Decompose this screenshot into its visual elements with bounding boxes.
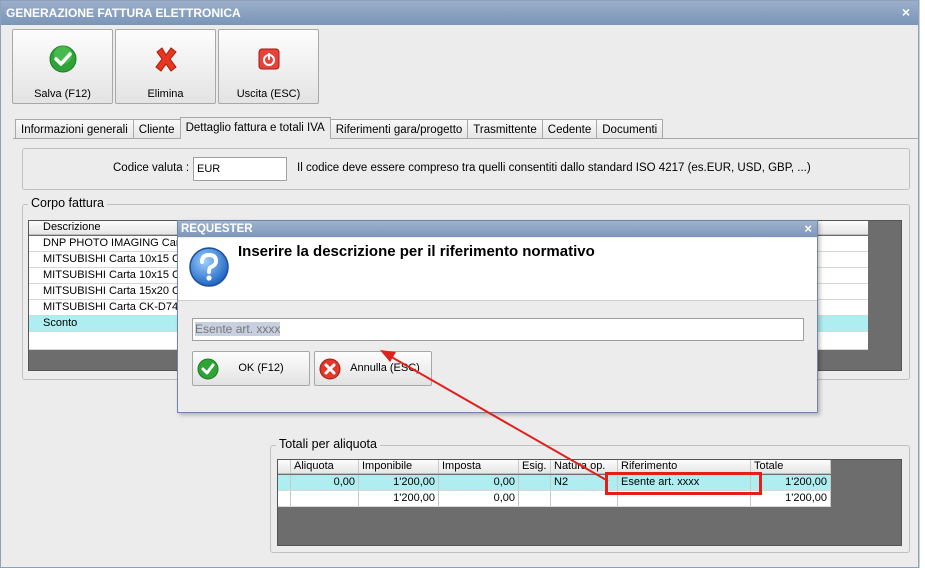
dialog-question: Inserire la descrizione per il riferimen… xyxy=(238,243,595,260)
delete-x-icon xyxy=(155,47,177,72)
currency-note: Il codice deve essere compreso tra quell… xyxy=(297,162,811,174)
cell-esig[interactable] xyxy=(519,491,551,506)
dialog-titlebar: REQUESTER × xyxy=(178,221,817,237)
col-aliquota[interactable]: Aliquota xyxy=(291,460,359,473)
tab-trasmittente[interactable]: Trasmittente xyxy=(467,119,543,139)
cell-imposta[interactable]: 0,00 xyxy=(439,475,519,490)
col-totale[interactable]: Totale xyxy=(751,460,831,473)
cell-imponibile[interactable]: 1'200,00 xyxy=(359,475,439,490)
exit-icon xyxy=(258,48,280,70)
tab-riferimenti-gara[interactable]: Riferimenti gara/progetto xyxy=(329,119,469,139)
col-imponibile[interactable]: Imponibile xyxy=(359,460,439,473)
window-title: GENERAZIONE FATTURA ELETTRONICA xyxy=(6,6,241,20)
col-imposta[interactable]: Imposta xyxy=(439,460,519,473)
dialog-header: Inserire la descrizione per il riferimen… xyxy=(178,238,817,301)
totali-grid[interactable]: Aliquota Imponibile Imposta Esig. Natura… xyxy=(277,459,902,546)
delete-button[interactable]: Elimina xyxy=(115,29,216,104)
requester-dialog: REQUESTER × Inserire la descrizione per … xyxy=(177,220,818,413)
riferimento-input[interactable]: Esente art. xxxx xyxy=(192,318,804,341)
tab-cedente[interactable]: Cedente xyxy=(541,119,598,139)
riferimento-input-value: Esente art. xxxx xyxy=(195,322,281,336)
annotation-highlight-box xyxy=(605,472,762,495)
cell-esig[interactable] xyxy=(519,475,551,490)
dialog-close-button[interactable]: × xyxy=(804,221,812,237)
corpo-fattura-title: Corpo fattura xyxy=(28,196,107,210)
currency-input[interactable]: EUR xyxy=(193,157,287,181)
dialog-title: REQUESTER xyxy=(181,223,253,235)
ok-button[interactable]: OK (F12) xyxy=(192,351,310,386)
cell-aliquota[interactable]: 0,00 xyxy=(291,475,359,490)
tab-dettaglio-fattura[interactable]: Dettaglio fattura e totali IVA xyxy=(179,117,331,139)
question-icon xyxy=(189,247,229,287)
cell-imponibile[interactable]: 1'200,00 xyxy=(359,491,439,506)
exit-button[interactable]: Uscita (ESC) xyxy=(218,29,319,104)
delete-button-label: Elimina xyxy=(147,88,184,100)
cell-imposta[interactable]: 0,00 xyxy=(439,491,519,506)
cell-totale[interactable]: 1'200,00 xyxy=(751,491,831,506)
cell-totale[interactable]: 1'200,00 xyxy=(751,475,831,490)
save-button-label: Salva (F12) xyxy=(34,88,91,100)
cancel-button-label: Annulla (ESC) xyxy=(350,362,420,374)
cell-aliquota[interactable] xyxy=(291,491,359,506)
tab-bar: Informazioni generali Cliente Dettaglio … xyxy=(15,117,664,139)
tab-documenti[interactable]: Documenti xyxy=(596,119,664,139)
save-button[interactable]: Salva (F12) xyxy=(12,29,113,104)
ok-button-label: OK (F12) xyxy=(238,362,284,374)
tab-informazioni-generali[interactable]: Informazioni generali xyxy=(15,119,134,139)
cancel-button[interactable]: Annulla (ESC) xyxy=(314,351,432,386)
window-titlebar: GENERAZIONE FATTURA ELETTRONICA × xyxy=(1,1,918,25)
tab-cliente[interactable]: Cliente xyxy=(132,119,181,139)
totali-title: Totali per aliquota xyxy=(276,437,380,451)
exit-button-label: Uscita (ESC) xyxy=(236,88,301,100)
col-esig[interactable]: Esig. xyxy=(519,460,551,473)
currency-label: Codice valuta : xyxy=(113,162,190,174)
window-close-button[interactable]: × xyxy=(898,5,914,21)
background-window-edge xyxy=(919,0,925,568)
check-icon xyxy=(49,45,77,73)
